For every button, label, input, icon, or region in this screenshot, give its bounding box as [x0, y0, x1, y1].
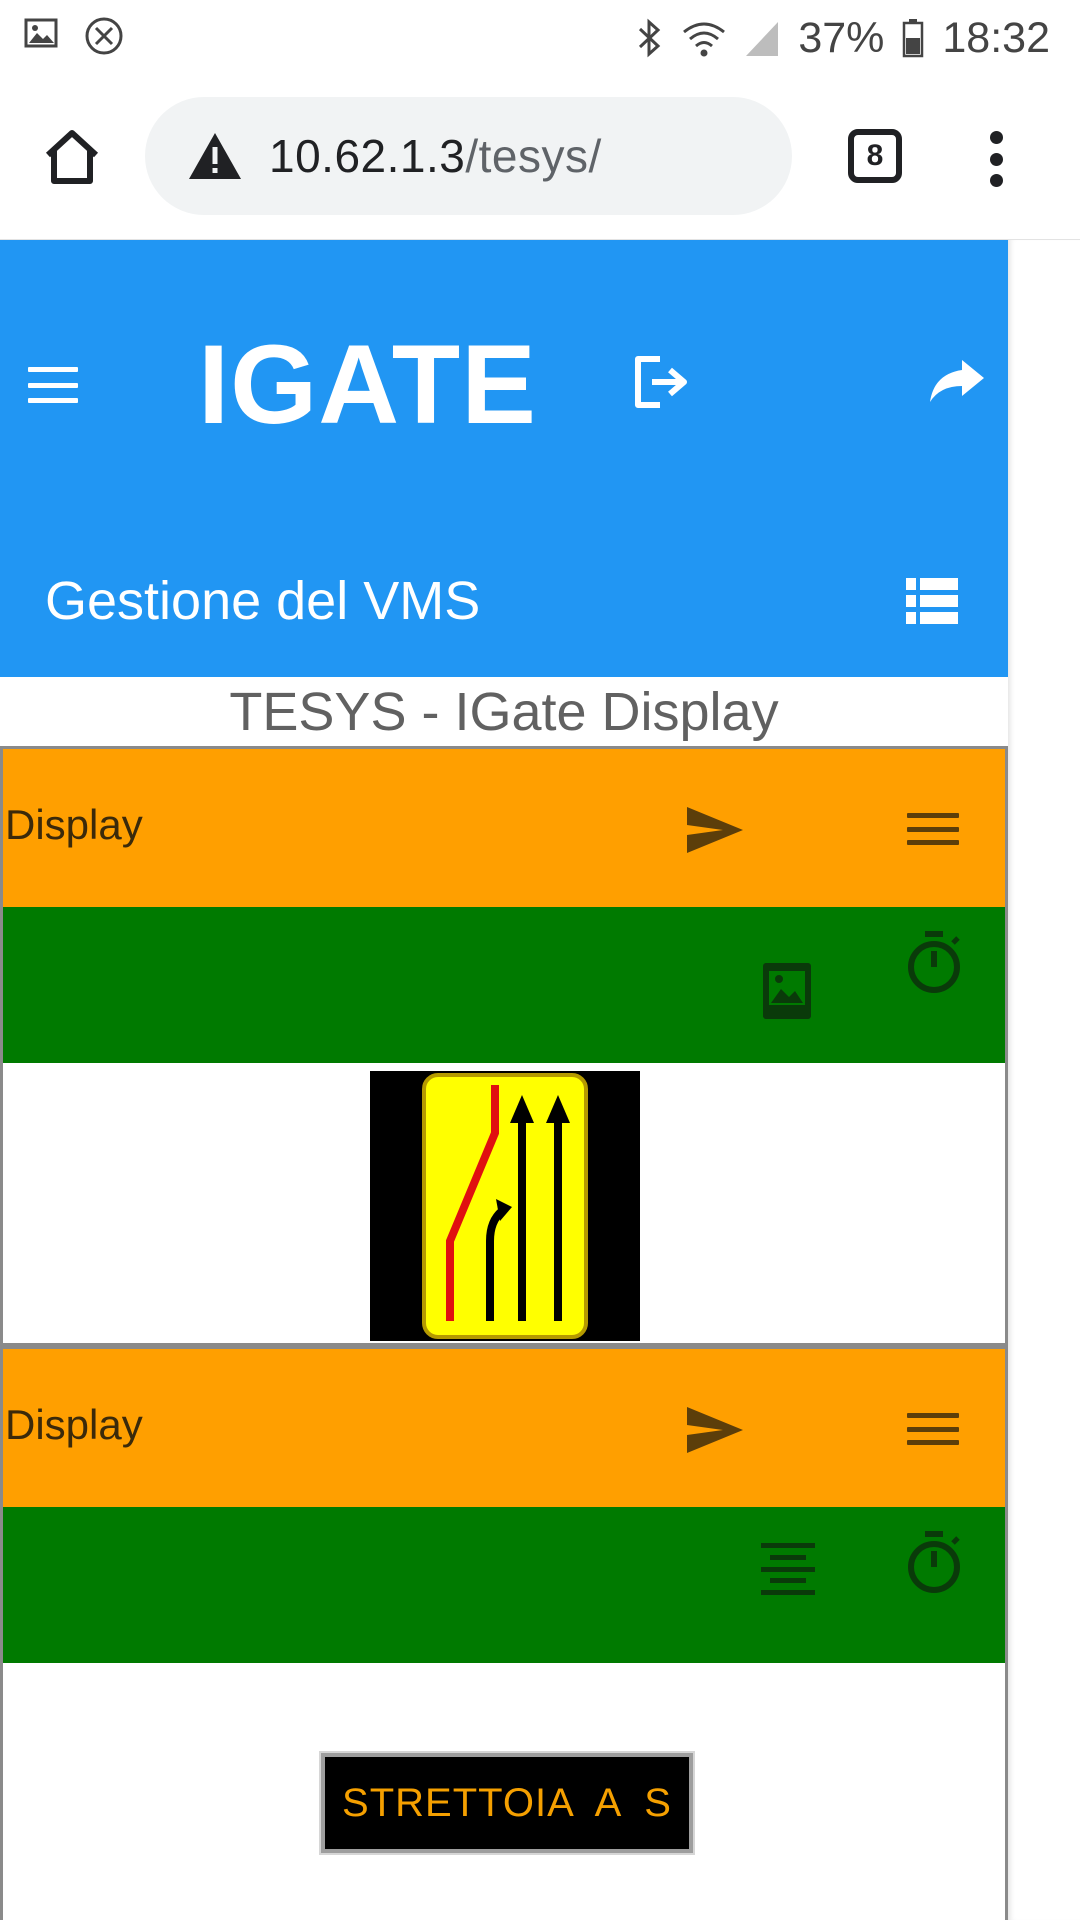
image-notification-icon [24, 18, 58, 48]
status-bar: 37% 18:32 [0, 0, 1080, 75]
warning-icon[interactable] [187, 131, 243, 181]
logout-icon[interactable] [630, 351, 692, 413]
timer-icon[interactable] [905, 931, 963, 993]
panel-menu-icon[interactable] [907, 1413, 959, 1445]
panel-header: Display [3, 1349, 1005, 1507]
wifi-icon [683, 22, 726, 57]
section-title: Gestione del VMS [45, 571, 481, 631]
home-icon[interactable] [40, 125, 104, 189]
bluetooth-icon [639, 18, 661, 58]
panel-header: Display [3, 749, 1005, 907]
vms-text-display: STRETTOIA A S [321, 1753, 693, 1853]
page-gutter [1008, 240, 1080, 1920]
browser-toolbar: 10.62.1.3/tesys/ 8 [0, 75, 1080, 240]
overflow-menu-icon[interactable] [984, 131, 1008, 187]
blocked-notification-icon [85, 17, 123, 55]
battery-icon [903, 19, 924, 58]
url-text[interactable]: 10.62.1.3/tesys/ [269, 129, 602, 183]
tab-switcher-icon[interactable]: 8 [848, 129, 902, 183]
align-center-icon[interactable] [761, 1543, 815, 1595]
panel-menu-icon[interactable] [907, 813, 959, 845]
app-header: IGATE Gestione del VMS [0, 240, 1008, 677]
lane-closure-sign-image [370, 1071, 640, 1341]
address-bar[interactable]: 10.62.1.3/tesys/ [145, 97, 792, 215]
cell-signal-icon [746, 22, 779, 56]
send-icon[interactable] [685, 805, 745, 855]
vms-message: STRETTOIA A S [342, 1780, 672, 1825]
send-icon[interactable] [685, 1405, 745, 1455]
app-brand: IGATE [198, 322, 537, 447]
display-panel: Display [0, 746, 1008, 1346]
clock: 18:32 [942, 13, 1050, 62]
tab-count: 8 [866, 139, 884, 172]
panel-toolbar [3, 907, 1005, 1063]
hamburger-menu-icon[interactable] [28, 367, 78, 403]
page-heading: TESYS - IGate Display [229, 682, 779, 742]
url-path: /tesys/ [465, 130, 602, 182]
list-view-icon[interactable] [906, 578, 958, 624]
image-icon[interactable] [763, 963, 811, 1019]
panel-toolbar [3, 1507, 1005, 1663]
timer-icon[interactable] [905, 1531, 963, 1593]
battery-percent: 37% [798, 13, 885, 62]
display-panel: Display STRETTOIA A S [0, 1346, 1008, 1920]
panel-title: Display [5, 1401, 143, 1448]
panel-title: Display [5, 801, 143, 848]
share-forward-icon[interactable] [928, 356, 986, 406]
url-host: 10.62.1.3 [269, 130, 466, 182]
